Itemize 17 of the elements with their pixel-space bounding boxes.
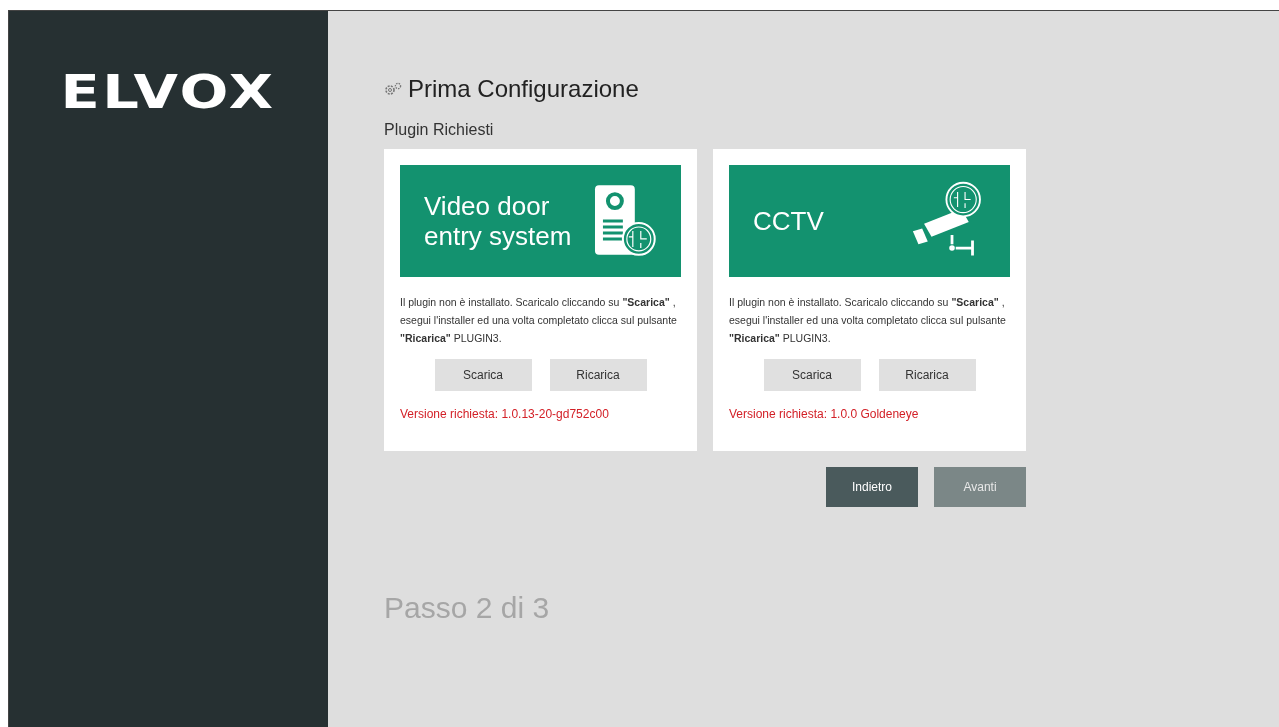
required-version: Versione richiesta: 1.0.0 Goldeneye <box>729 407 920 421</box>
reload-button[interactable]: Ricarica <box>878 359 976 391</box>
gears-icon <box>384 82 402 96</box>
page-title: Prima Configurazione <box>408 75 639 103</box>
banner-title: Video door entry system <box>424 191 573 251</box>
install-message: Il plugin non è installato. Scaricalo cliccando su "Scarica" , esegui l'installer ed una volta completato clicca sul pulsante "Ricarica" PLUGIN3. <box>729 295 1007 346</box>
reload-button[interactable]: Ricarica <box>549 359 647 391</box>
banner-title: CCTV <box>753 206 825 236</box>
section-title: Plugin Richiesti <box>384 121 495 139</box>
brand-logo: ELVOX <box>60 66 277 118</box>
back-button[interactable]: Indietro <box>826 467 918 507</box>
door-station-icon <box>593 183 657 259</box>
step-indicator: Passo 2 di 3 <box>384 591 551 625</box>
download-button[interactable]: Scarica <box>434 359 532 391</box>
required-version: Versione richiesta: 1.0.13-20-gd752c00 <box>400 407 610 421</box>
download-button[interactable]: Scarica <box>763 359 861 391</box>
install-message: Il plugin non è installato. Scaricalo cliccando su "Scarica" , esegui l'installer ed una volta completato clicca sul pulsante "Ricarica" PLUGIN3. <box>400 295 678 346</box>
